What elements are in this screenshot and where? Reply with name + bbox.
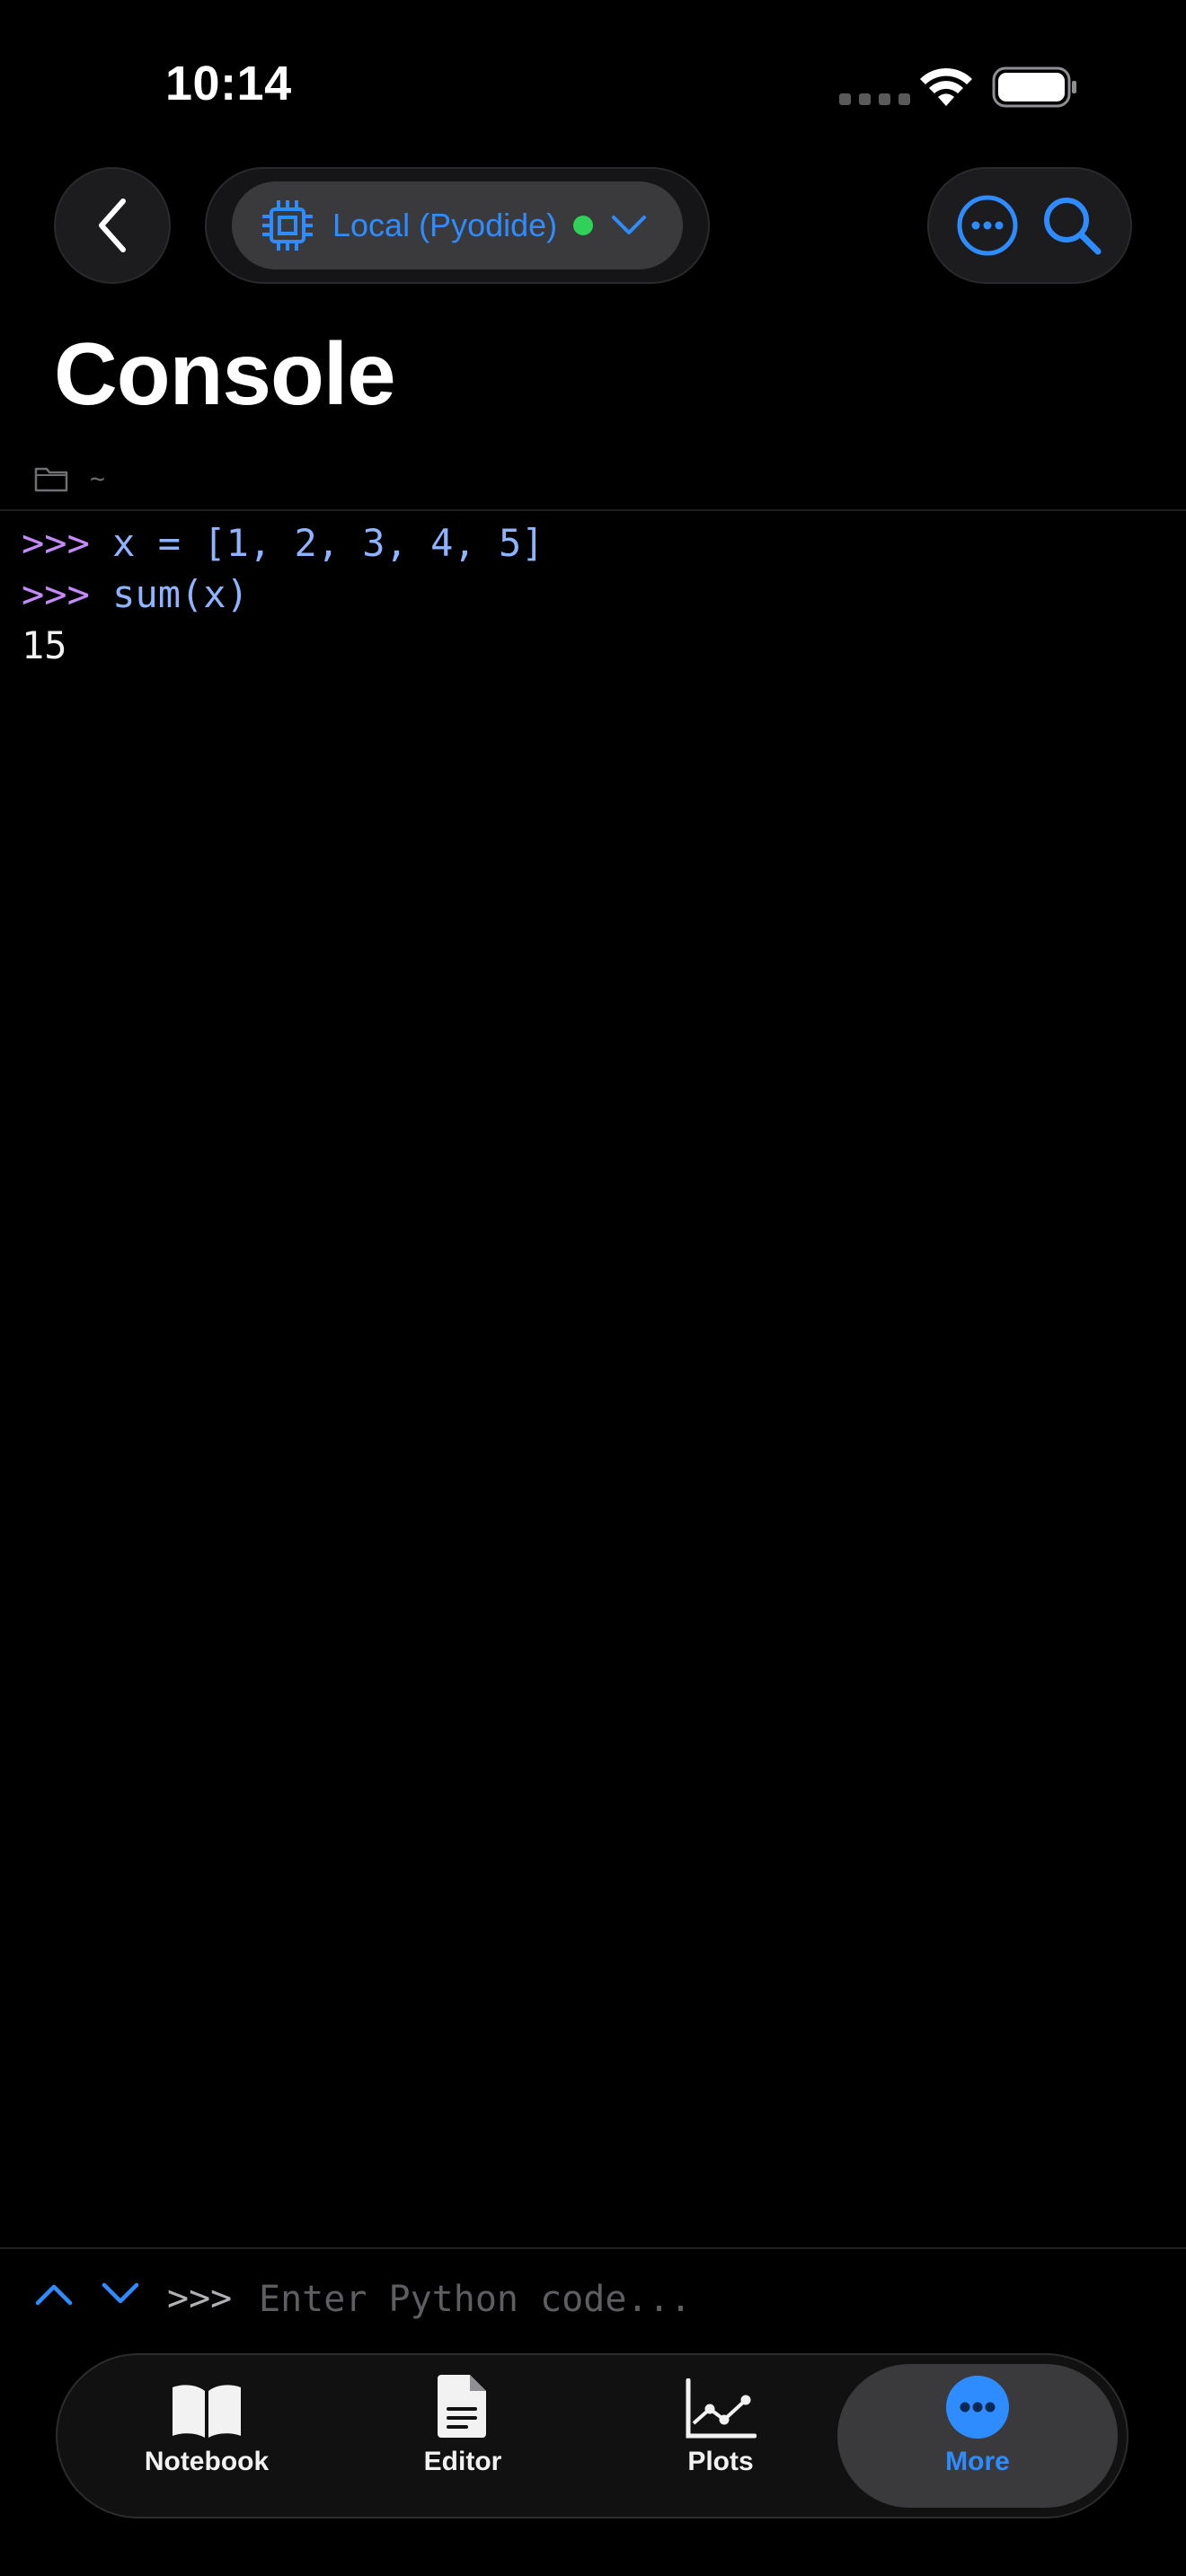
back-button[interactable]	[54, 167, 171, 284]
ellipsis-circle-icon	[946, 2376, 1009, 2439]
document-icon	[438, 2375, 486, 2438]
tab-label: Notebook	[144, 2447, 270, 2476]
console-code: x = [1, 2, 3, 4, 5]	[112, 521, 544, 565]
console-result: 15	[22, 623, 67, 667]
input-divider	[0, 2247, 1186, 2249]
kernel-label: Local (Pyodide)	[332, 207, 558, 243]
wifi-icon	[920, 67, 972, 106]
input-prompt: >>>	[167, 2278, 233, 2319]
tab-notebook[interactable]: Notebook	[117, 2368, 296, 2508]
status-time: 10:14	[165, 57, 292, 110]
console-output: >>> x = [1, 2, 3, 4, 5] >>> sum(x) 15	[22, 517, 544, 671]
chart-line-icon	[686, 2378, 757, 2439]
battery-icon	[992, 66, 1076, 108]
python-code-input[interactable]	[259, 2271, 1121, 2328]
cellular-signal-icon	[839, 93, 910, 105]
tab-more[interactable]: More	[888, 2368, 1067, 2508]
tab-label: More	[945, 2447, 1010, 2476]
cpu-chip-icon	[262, 200, 313, 251]
console-prompt: >>>	[22, 572, 90, 616]
kernel-status-dot	[573, 216, 594, 235]
working-directory: ~	[34, 463, 105, 493]
nav-actions	[927, 167, 1132, 284]
chevron-down-icon	[612, 216, 647, 234]
folder-icon	[34, 467, 68, 491]
console-line: >>> sum(x)	[22, 569, 544, 620]
history-down-icon[interactable]	[101, 2281, 140, 2307]
tab-label: Plots	[687, 2447, 754, 2476]
console-code: sum(x)	[112, 572, 249, 616]
page-title: Console	[54, 324, 396, 423]
search-icon[interactable]	[1040, 194, 1103, 257]
kernel-selector[interactable]: Local (Pyodide)	[232, 181, 683, 269]
console-prompt: >>>	[22, 521, 90, 565]
tab-plots[interactable]: Plots	[631, 2368, 810, 2508]
header-divider	[0, 509, 1186, 511]
console-line: >>> x = [1, 2, 3, 4, 5]	[22, 517, 544, 569]
chevron-left-icon	[99, 198, 126, 252]
path-text: ~	[90, 463, 105, 493]
book-icon	[173, 2385, 241, 2438]
ellipsis-circle-icon[interactable]	[956, 194, 1019, 257]
history-up-icon[interactable]	[34, 2281, 74, 2307]
tab-editor[interactable]: Editor	[373, 2368, 553, 2508]
tab-label: Editor	[423, 2447, 502, 2476]
